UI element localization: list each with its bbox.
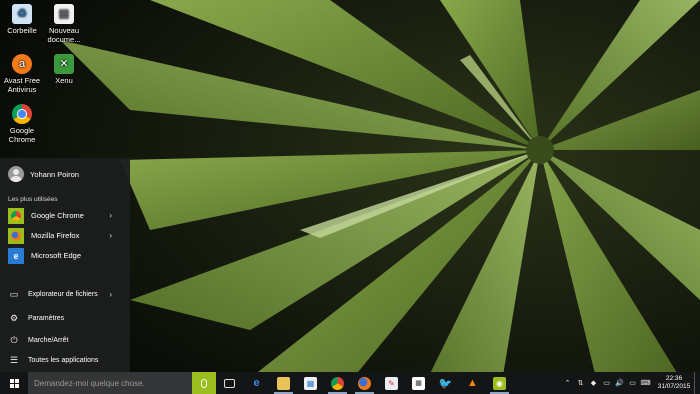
start-button[interactable] [0,372,28,394]
start-item-label: Paramètres [28,314,65,322]
folder-icon [277,376,290,390]
start-item-all-apps[interactable]: ☰ Toutes les applications [8,352,124,368]
start-item-label: Google Chrome [31,211,84,220]
start-item-power[interactable]: ⏻ Marche/Arrêt [8,332,124,348]
microphone-button[interactable] [192,372,216,394]
vlc-cone-icon: ▲ [467,377,478,389]
start-menu: Yohann Poiron Les plus utilisées Google … [0,158,130,372]
start-item-label: Toutes les applications [28,356,99,364]
windows-logo-icon [9,378,19,388]
xenu-icon: ✕ [54,54,74,74]
desktop-icon-label: Xenu [55,76,73,85]
taskbar-edge[interactable]: e [243,372,270,394]
show-hidden-icons-chevron-up-icon[interactable]: ⌃ [562,379,573,387]
chevron-right-icon[interactable]: › [109,290,112,299]
desktop-icon-xenu[interactable]: ✕ Xenu [42,54,86,85]
keyboard-icon[interactable]: ⌨ [640,379,651,387]
start-item-label: Explorateur de fichiers [28,290,98,298]
most-used-heading: Les plus utilisées [8,196,58,203]
edge-icon: e [253,377,260,389]
start-item-microsoft-edge[interactable]: e Microsoft Edge [8,247,124,264]
document-icon: ▤ [54,4,74,24]
desktop-icon-label: Avast Free Antivirus [3,76,41,94]
taskbar-firefox[interactable] [351,372,378,394]
start-item-settings[interactable]: ⚙ Paramètres [8,310,124,326]
clock[interactable]: 22:36 31/07/2015 [656,375,692,391]
chrome-icon [8,207,24,224]
taskbar-vlc[interactable]: ▲ [459,372,486,394]
start-item-file-explorer[interactable]: ▭ Explorateur de fichiers › [8,286,124,302]
sync-icon[interactable]: ⇅ [575,379,586,387]
taskbar: Demandez-moi quelque chose. e ▦ ✎ ▦ 🐦 ▲ … [0,372,700,394]
clock-time: 22:36 [665,375,683,382]
apps-list-icon: ☰ [9,354,19,365]
edge-icon: e [8,247,24,264]
avatar [8,166,24,182]
taskbar-twitter[interactable]: 🐦 [432,372,459,394]
start-item-google-chrome[interactable]: Google Chrome › [8,207,124,224]
user-account[interactable]: Yohann Poiron [8,166,79,182]
recycle-bin-icon: ♻ [12,4,32,24]
store-bag-icon: ▦ [304,376,317,390]
dropbox-icon[interactable]: ◆ [588,379,599,387]
microphone-icon [201,378,207,388]
calendar-icon: ▦ [412,376,425,390]
start-item-label: Mozilla Firefox [31,231,80,240]
system-tray: ⌃ ⇅ ◆ ▭ 🔊 ▭ ⌨ 22:36 31/07/2015 [561,372,700,394]
recorder-app-icon: ◉ [493,376,506,390]
firefox-icon [358,376,371,390]
desktop-icon-recycle-bin[interactable]: ♻ Corbeille [0,4,44,35]
network-icon[interactable]: ▭ [601,379,612,387]
taskbar-store[interactable]: ▦ [297,372,324,394]
gear-icon: ⚙ [9,312,19,323]
start-item-label: Marche/Arrêt [28,336,69,344]
desktop-icon-new-document[interactable]: ▤ Nouveau docume... [42,4,86,44]
user-name: Yohann Poiron [30,169,79,179]
search-placeholder: Demandez-moi quelque chose. [34,378,145,388]
power-icon: ⏻ [10,334,18,345]
desktop-icon-label: Nouveau docume... [47,26,81,44]
twitter-bird-icon: 🐦 [438,377,453,390]
desktop-icon-label: Corbeille [7,26,37,35]
taskbar-paint[interactable]: ✎ [378,372,405,394]
start-item-mozilla-firefox[interactable]: Mozilla Firefox › [8,227,124,244]
task-view-button[interactable] [216,372,243,394]
desktop-icon-chrome[interactable]: Google Chrome [0,104,44,144]
avast-icon: a [12,54,32,74]
folder-icon: ▭ [9,288,19,299]
taskbar-file-explorer[interactable] [270,372,297,394]
search-box[interactable]: Demandez-moi quelque chose. [28,372,192,394]
chrome-icon [331,376,344,390]
chevron-right-icon[interactable]: › [109,231,112,240]
volume-icon[interactable]: 🔊 [614,379,625,387]
paint-icon: ✎ [385,376,398,390]
chevron-right-icon[interactable]: › [109,211,112,220]
chrome-icon [12,104,32,124]
taskbar-camtasia[interactable]: ◉ [486,372,513,394]
clock-date: 31/07/2015 [657,383,691,390]
task-view-icon [224,378,235,388]
firefox-icon [8,227,24,244]
start-item-label: Microsoft Edge [31,251,82,260]
taskbar-chrome[interactable] [324,372,351,394]
desktop-icon-avast[interactable]: a Avast Free Antivirus [0,54,44,94]
show-desktop-button[interactable] [694,372,700,394]
action-center-icon[interactable]: ▭ [627,379,638,387]
taskbar-calendar[interactable]: ▦ [405,372,432,394]
desktop-icon-label: Google Chrome [8,126,36,144]
